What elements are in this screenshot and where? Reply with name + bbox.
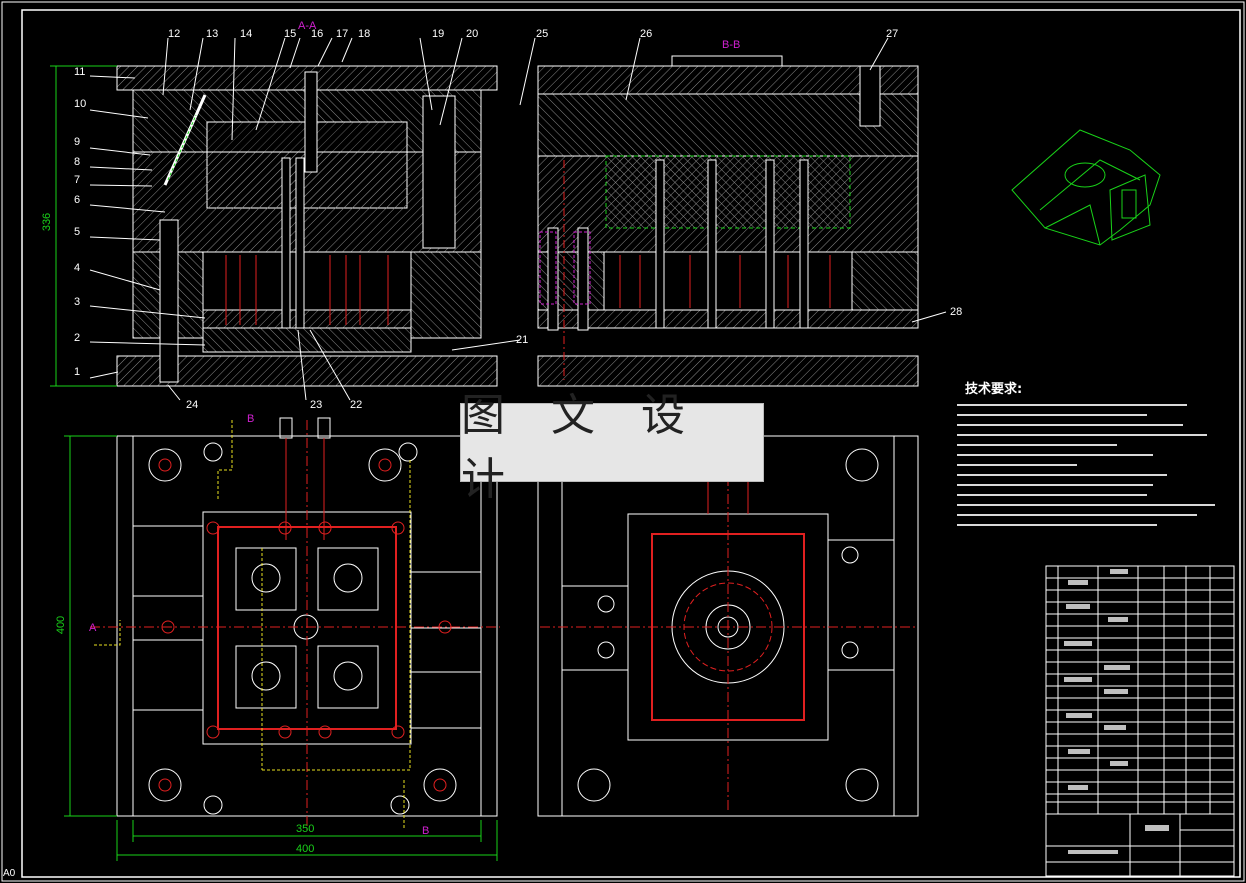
note-line: [957, 434, 1207, 436]
part-label: 11: [74, 66, 86, 78]
note-line: [957, 484, 1153, 486]
part-label: 3: [74, 296, 81, 308]
dimension-label: 400: [296, 843, 315, 855]
plan-view-left: [90, 417, 500, 830]
part-label: 24: [186, 399, 199, 411]
part-label: 19: [432, 28, 445, 40]
cut-label-b: B: [422, 825, 430, 837]
part-label: 27: [886, 28, 899, 40]
note-line: [957, 514, 1197, 516]
part-label: 25: [536, 28, 549, 40]
note-line: [957, 504, 1215, 506]
part-label: 12: [168, 28, 181, 40]
section-label-bb: B-B: [722, 39, 741, 51]
section-aa-view: [116, 65, 498, 387]
note-line: [957, 524, 1157, 526]
part-label: 7: [74, 174, 81, 186]
note-line: [957, 464, 1077, 466]
part-label: 2: [74, 332, 81, 344]
note-line: [957, 444, 1117, 446]
cut-label-a: A: [89, 622, 97, 634]
title-block-fill: [1064, 569, 1169, 854]
part-label: 10: [74, 98, 87, 110]
note-line: [957, 404, 1187, 406]
title-block: [1045, 565, 1235, 877]
section-label-aa: A-A: [298, 20, 317, 32]
dimension-label: 350: [296, 823, 315, 835]
part-label: 14: [240, 28, 253, 40]
part-label: 28: [950, 306, 963, 318]
part-label: 15: [284, 28, 297, 40]
note-line: [957, 474, 1167, 476]
part-label: 4: [74, 262, 81, 274]
watermark-banner: 图 文 设 计: [460, 390, 764, 505]
part-label: 18: [358, 28, 371, 40]
part-label: 1: [74, 366, 81, 378]
tech-requirements-title: 技术要求:: [965, 382, 1023, 397]
note-line: [957, 424, 1183, 426]
part-label: 26: [640, 28, 653, 40]
part-3d-view: [1011, 129, 1161, 246]
section-bb-view: [537, 55, 919, 387]
note-line: [957, 494, 1147, 496]
part-label: 9: [74, 136, 81, 148]
part-label: 5: [74, 226, 81, 238]
note-line: [957, 414, 1147, 416]
part-label: 22: [350, 399, 363, 411]
dimension-label: 400: [55, 615, 68, 635]
part-label: 17: [336, 28, 349, 40]
sheet-size-label: A0: [3, 868, 16, 879]
part-label: 20: [466, 28, 479, 40]
watermark-text: 图 文 设 计: [461, 389, 701, 505]
part-label: 13: [206, 28, 219, 40]
cut-label-b: B: [247, 413, 255, 425]
part-label: 6: [74, 194, 81, 206]
part-label: 8: [74, 156, 81, 168]
part-label: 23: [310, 399, 323, 411]
part-label: 21: [516, 334, 529, 346]
dimension-label: 336: [41, 212, 54, 232]
note-line: [957, 454, 1153, 456]
